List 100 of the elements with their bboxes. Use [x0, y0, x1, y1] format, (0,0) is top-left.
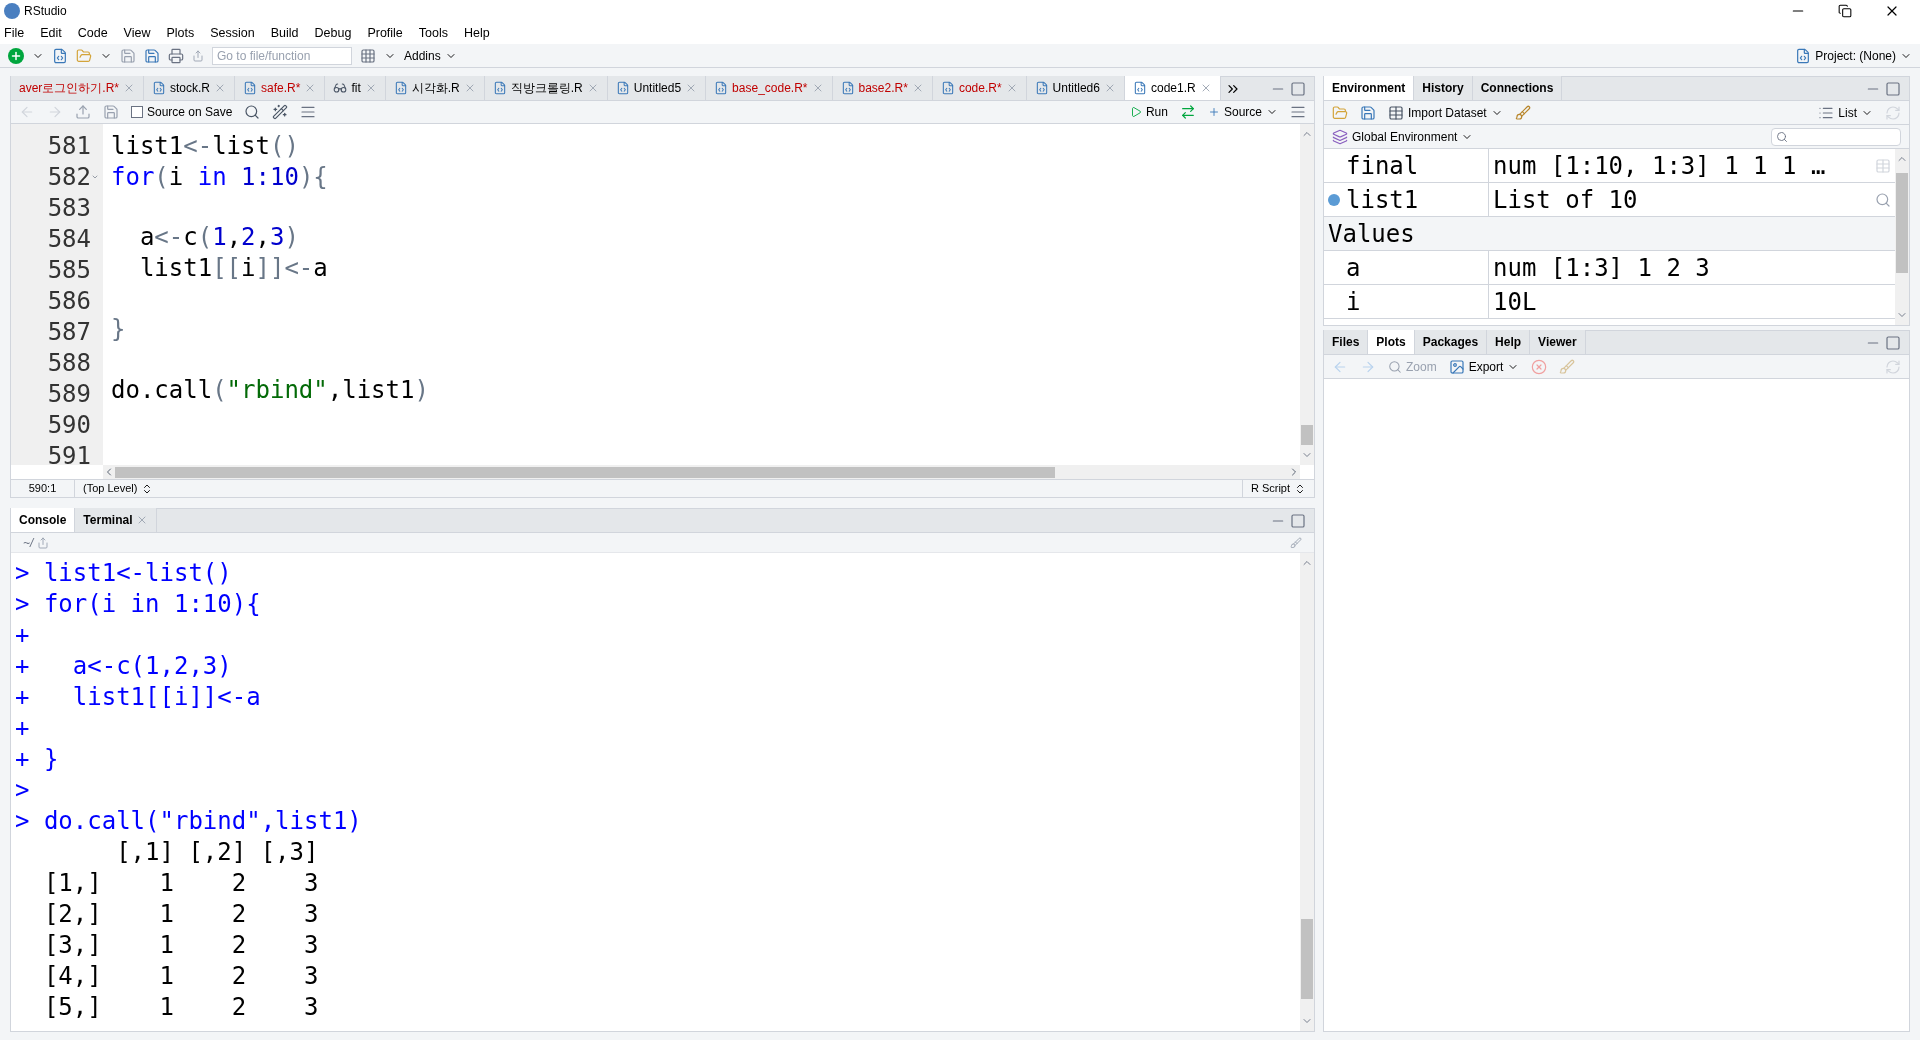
open-folder-icon[interactable] [76, 47, 92, 64]
magic-wand-icon[interactable] [272, 104, 289, 120]
go-to-file-field[interactable]: Go to file/function [212, 46, 352, 65]
save-icon[interactable] [103, 104, 119, 120]
editor-tab[interactable]: Untitled5 [607, 76, 707, 100]
broom-icon[interactable] [1290, 536, 1302, 549]
environment-tab[interactable]: Connections [1472, 76, 1563, 100]
menu-item[interactable]: Code [77, 23, 108, 43]
environment-tab[interactable]: History [1414, 76, 1473, 100]
restore-icon[interactable] [1838, 4, 1852, 18]
table-icon[interactable] [1388, 104, 1404, 121]
menu-item[interactable]: Plots [166, 23, 195, 43]
console-tab[interactable]: Console [11, 508, 76, 532]
horizontal-scrollbar-thumb[interactable] [115, 466, 1055, 478]
editor-tab[interactable]: fit [325, 76, 386, 100]
maximize-pane-icon[interactable] [1885, 80, 1901, 97]
environment-scope-menu[interactable]: Global Environment [1332, 127, 1474, 146]
save-workspace-icon[interactable] [1360, 104, 1376, 121]
magnifier-icon[interactable] [1388, 359, 1402, 374]
maximize-pane-icon[interactable] [1290, 512, 1306, 529]
run-button[interactable]: Run [1129, 103, 1168, 121]
new-file-icon[interactable] [8, 47, 24, 64]
menu-icon[interactable] [1290, 104, 1306, 120]
search-icon[interactable] [244, 104, 261, 120]
back-icon[interactable] [19, 104, 35, 120]
editor-tab[interactable]: Untitled6 [1026, 76, 1125, 100]
image-icon[interactable] [1448, 358, 1465, 375]
search-icon [1776, 130, 1788, 143]
checkbox[interactable] [131, 106, 143, 118]
files-pane-tab[interactable]: Help [1487, 330, 1531, 354]
forward-icon[interactable] [47, 104, 63, 120]
scrollbar-thumb[interactable] [1301, 425, 1313, 445]
plus-icon[interactable] [1207, 106, 1220, 118]
project-menu[interactable]: Project: (None) [1795, 46, 1912, 65]
line-number: 582 [47, 161, 91, 193]
export-menu[interactable]: Export [1448, 357, 1520, 376]
project-icon[interactable] [1795, 47, 1812, 64]
menu-item[interactable]: Tools [418, 23, 448, 43]
console-tab[interactable]: Terminal [75, 508, 158, 532]
broom-icon[interactable] [1514, 104, 1531, 121]
maximize-pane-icon[interactable] [1885, 334, 1901, 351]
editor-tab[interactable]: safe.R* [235, 76, 326, 100]
editor-tab[interactable]: code1.R [1124, 76, 1221, 100]
files-pane-tab[interactable]: Viewer [1530, 330, 1586, 354]
scope-selector[interactable]: (Top Level) [75, 480, 162, 497]
scrollbar-thumb[interactable] [1896, 173, 1908, 273]
editor-tab[interactable]: base_code.R* [706, 76, 833, 100]
line-number: 588 [47, 347, 91, 379]
play-icon[interactable] [1129, 106, 1142, 118]
save-icon[interactable] [120, 47, 136, 64]
file-type-selector[interactable]: R Script [1241, 480, 1314, 497]
print-icon[interactable] [168, 47, 184, 64]
remove-plot-icon[interactable] [1531, 358, 1548, 375]
view-data-icon[interactable] [1875, 157, 1891, 174]
files-pane-tab[interactable]: Files [1324, 330, 1369, 354]
editor-tab[interactable]: 직방크롤링.R [484, 76, 608, 100]
refresh-icon[interactable] [1885, 358, 1901, 375]
r-file-icon [615, 81, 630, 95]
view-mode-menu[interactable]: List [1818, 103, 1873, 122]
files-pane-tab[interactable]: Plots [1368, 330, 1415, 354]
files-pane-tab[interactable]: Packages [1414, 330, 1488, 354]
line-number: 590 [47, 409, 91, 441]
console-input-line: + } [15, 743, 59, 775]
menu-item[interactable]: Profile [367, 23, 403, 43]
menu-item[interactable]: Help [464, 23, 490, 43]
save-all-icon[interactable] [144, 47, 160, 64]
menu-item[interactable]: View [123, 23, 151, 43]
broom-icon[interactable] [1559, 358, 1576, 375]
console-input-line: + list1[[i]]<-a [15, 681, 261, 713]
menu-item[interactable]: Debug [314, 23, 352, 43]
import-dataset-button[interactable]: Import Dataset [1388, 103, 1503, 122]
console-input-line: > for(i in 1:10){ [15, 588, 261, 620]
up-down-caret-icon[interactable] [1294, 482, 1306, 495]
editor-tab[interactable]: base2.R* [832, 76, 933, 100]
line-number: 581 [47, 130, 91, 162]
close-tab-icon[interactable] [123, 82, 135, 94]
menu-item[interactable]: Edit [40, 23, 62, 43]
grid-icon[interactable] [360, 47, 376, 64]
addins-menu[interactable]: Addins [404, 46, 457, 65]
r-file-icon [492, 81, 507, 95]
search-field[interactable] [1771, 127, 1901, 146]
layers-icon[interactable] [1332, 128, 1348, 145]
refresh-icon[interactable] [1885, 104, 1901, 121]
maximize-pane-icon[interactable] [1290, 80, 1306, 97]
editor-tab[interactable]: code.R* [932, 76, 1027, 100]
outline-icon[interactable] [300, 104, 317, 120]
menu-item[interactable]: File [4, 23, 25, 43]
expand-icon[interactable] [1328, 193, 1340, 206]
editor-tab[interactable]: stock.R [144, 76, 236, 100]
rerun-icon[interactable] [1179, 104, 1196, 120]
menu-item[interactable]: Build [270, 23, 299, 43]
new-project-icon[interactable] [52, 47, 68, 64]
scrollbar-thumb[interactable] [1301, 919, 1313, 999]
source-button[interactable]: Source [1207, 103, 1278, 121]
editor-tab[interactable]: 시각화.R [385, 76, 485, 100]
menu-item[interactable]: Session [210, 23, 255, 43]
line-number: 585 [47, 254, 91, 286]
load-workspace-icon[interactable] [1332, 104, 1348, 121]
editor-tab[interactable]: aver로그인하기.R* [11, 76, 144, 100]
environment-tab[interactable]: Environment [1324, 76, 1415, 100]
